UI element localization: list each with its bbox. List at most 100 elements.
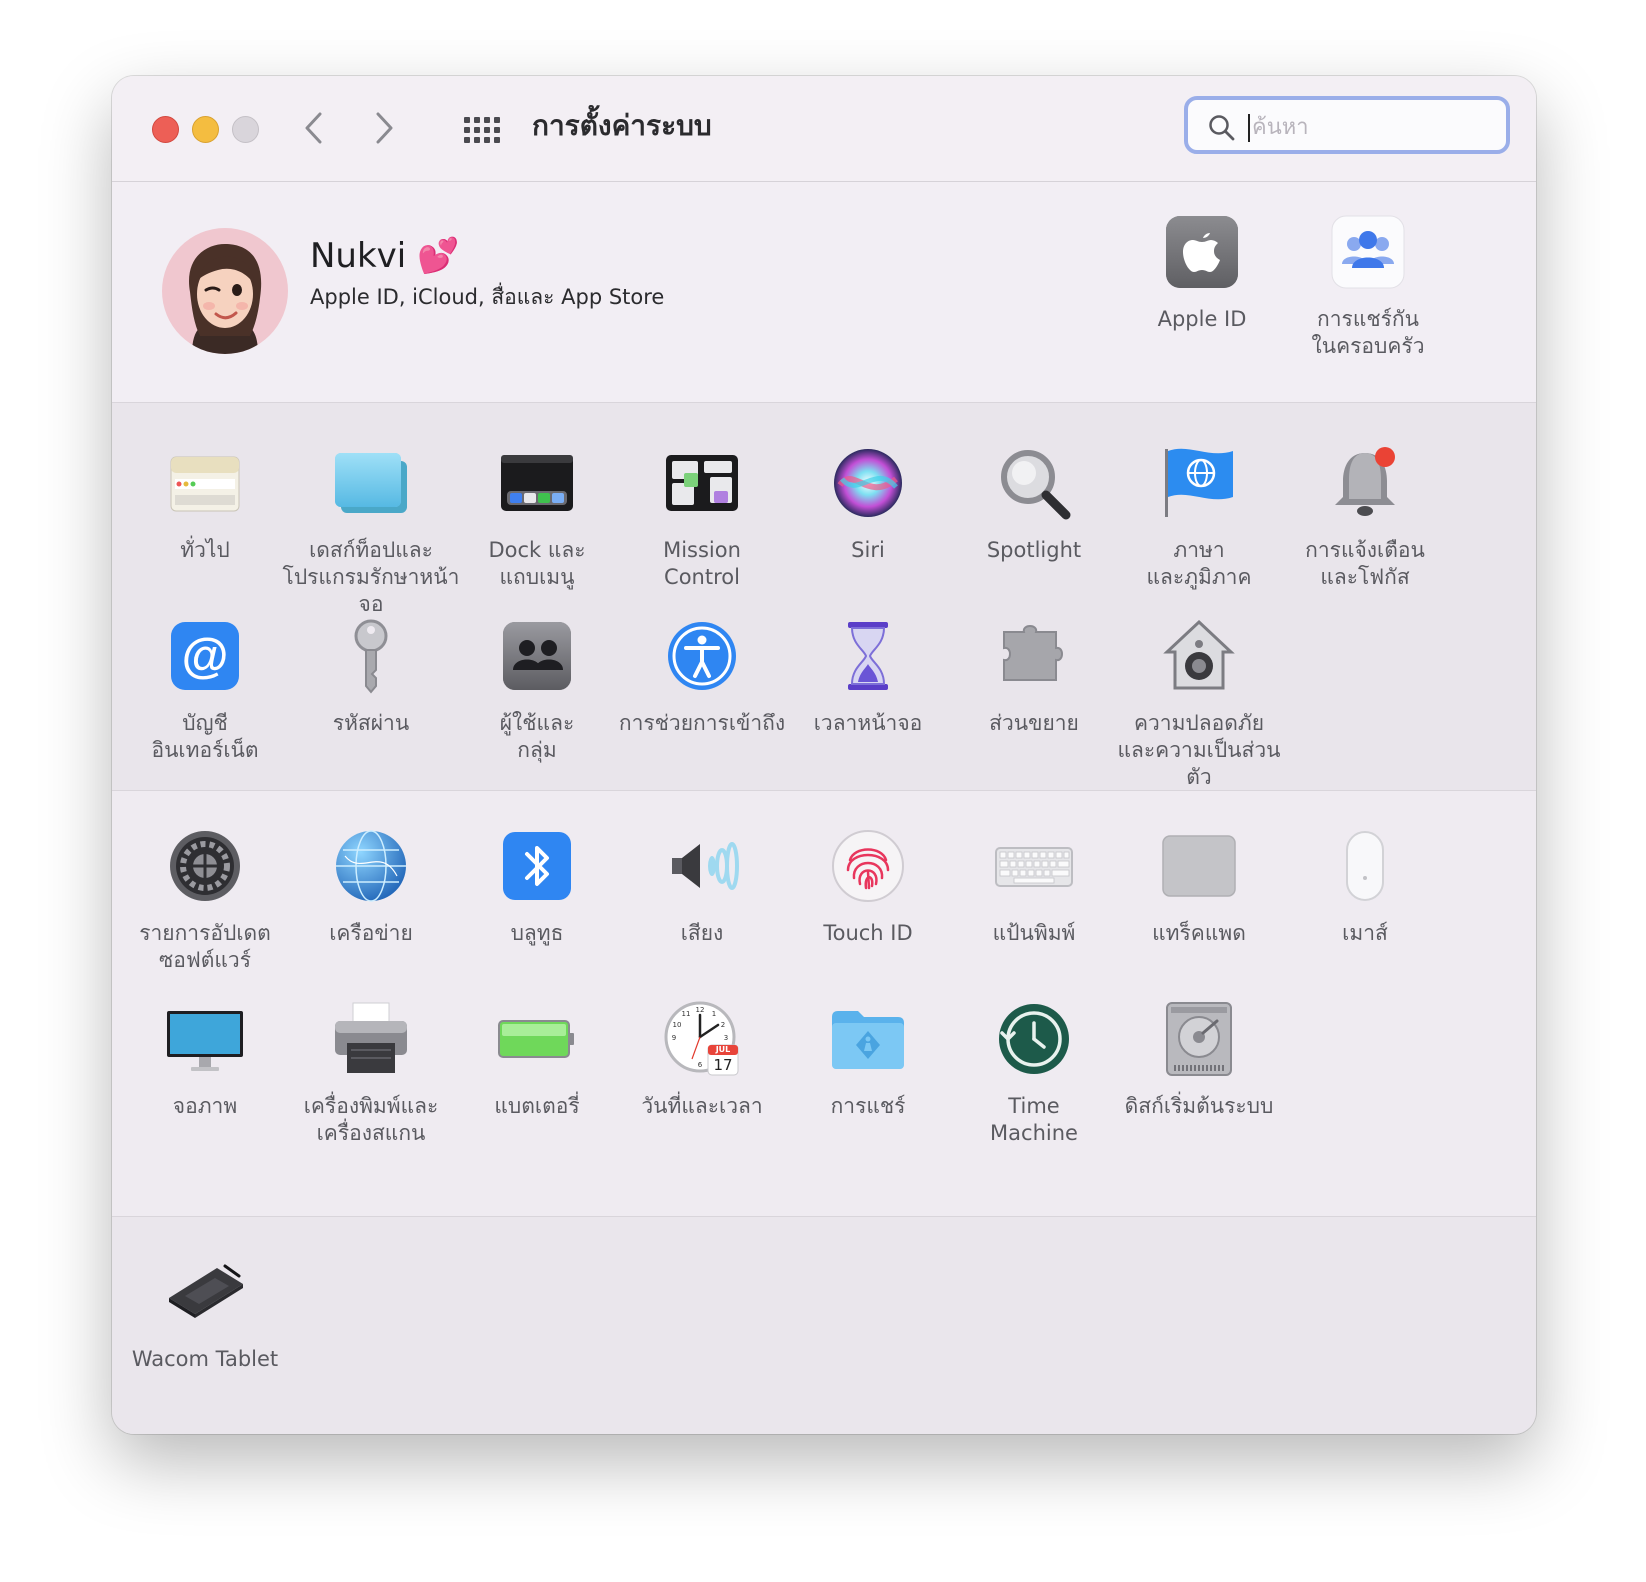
avatar[interactable]	[162, 228, 288, 354]
screen-time-icon	[828, 616, 908, 696]
network-icon	[331, 826, 411, 906]
pane-label: ความปลอดภัย และความเป็นส่วนตัว	[1117, 711, 1281, 789]
pane-battery[interactable]: แบตเตอรี่	[447, 999, 627, 1120]
pane-bluetooth[interactable]: บลูทูธ	[447, 826, 627, 947]
show-all-grid-button[interactable]	[462, 110, 502, 150]
account-subtitle: Apple ID, iCloud, สื่อและ App Store	[310, 285, 665, 309]
pane-label: เวลาหน้าจอ	[813, 711, 923, 735]
pane-label: แป้นพิมพ์	[992, 921, 1076, 945]
pane-screen-time[interactable]: เวลาหน้าจอ	[778, 616, 958, 737]
svg-text:3: 3	[724, 1034, 728, 1042]
forward-button[interactable]	[362, 106, 406, 150]
pane-label: ดิสก์เริ่มต้นระบบ	[1124, 1094, 1274, 1118]
account-name: Nukvi 💕	[310, 236, 460, 276]
pane-sharing[interactable]: การแชร์	[778, 999, 958, 1120]
sharing-icon	[828, 999, 908, 1079]
pane-label: จอภาพ	[172, 1094, 238, 1118]
svg-text:1: 1	[712, 1010, 716, 1018]
pane-general[interactable]: ทั่วไป	[115, 443, 295, 564]
pane-label: การแจ้งเตือน และโฟกัส	[1305, 538, 1425, 589]
pane-label: Dock และ แถบเมนู	[488, 538, 586, 589]
memoji-avatar-icon	[188, 244, 262, 354]
pane-internet-accounts[interactable]: @ บัญชี อินเทอร์เน็ต	[115, 616, 295, 764]
time-machine-icon	[994, 999, 1074, 1079]
back-button[interactable]	[292, 106, 336, 150]
pane-network[interactable]: เครือข่าย	[281, 826, 461, 947]
pane-label: Wacom Tablet	[131, 1347, 279, 1371]
pane-label: บลูทูธ	[510, 921, 564, 945]
pane-desktop-screensaver[interactable]: เดสก์ท็อปและ โปรแกรมรักษาหน้าจอ	[281, 443, 461, 618]
language-region-icon	[1159, 443, 1239, 523]
apple-id-icon	[1162, 212, 1242, 292]
pane-mission-control[interactable]: Mission Control	[612, 443, 792, 591]
pane-security-privacy[interactable]: ความปลอดภัย และความเป็นส่วนตัว	[1109, 616, 1289, 791]
pane-time-machine[interactable]: Time Machine	[944, 999, 1124, 1147]
search-field[interactable]: ค้นหา	[1184, 96, 1510, 154]
other-panes-section: Wacom Tablet	[112, 1217, 1536, 1434]
svg-text:11: 11	[682, 1010, 691, 1018]
zoom-window-button[interactable]	[232, 116, 259, 143]
mission-control-icon	[662, 443, 742, 523]
family-sharing-icon	[1328, 212, 1408, 292]
pane-software-update[interactable]: รายการอัปเดต ซอฟต์แวร์	[115, 826, 295, 974]
pane-label: เมาส์	[1342, 921, 1388, 945]
pane-trackpad[interactable]: แทร็คแพด	[1109, 826, 1289, 947]
dock-menubar-icon	[497, 443, 577, 523]
pane-label: แทร็คแพด	[1152, 921, 1246, 945]
pane-language-region[interactable]: ภาษา และภูมิภาค	[1109, 443, 1289, 591]
svg-text:6: 6	[698, 1061, 703, 1069]
pane-apple-id[interactable]: Apple ID	[1112, 212, 1292, 333]
pane-label: เสียง	[680, 921, 724, 945]
pane-label: Apple ID	[1157, 307, 1247, 331]
pane-label: วันที่และเวลา	[641, 1094, 763, 1118]
battery-icon	[497, 999, 577, 1079]
software-update-icon	[165, 826, 245, 906]
account-section: Nukvi 💕 Apple ID, iCloud, สื่อและ App St…	[112, 182, 1536, 403]
toolbar: การตั้งค่าระบบ ค้นหา	[112, 76, 1536, 182]
pane-spotlight[interactable]: Spotlight	[944, 443, 1124, 564]
wacom-tablet-icon	[165, 1252, 245, 1332]
pane-keyboard[interactable]: แป้นพิมพ์	[944, 826, 1124, 947]
pane-startup-disk[interactable]: ดิสก์เริ่มต้นระบบ	[1109, 999, 1289, 1120]
pane-label: ภาษา และภูมิภาค	[1146, 538, 1252, 589]
pane-dock-menubar[interactable]: Dock และ แถบเมนู	[447, 443, 627, 591]
pane-passwords[interactable]: รหัสผ่าน	[281, 616, 461, 737]
pane-siri[interactable]: Siri	[778, 443, 958, 564]
sound-icon	[662, 826, 742, 906]
pane-printers-scanners[interactable]: เครื่องพิมพ์และ เครื่องสแกน	[281, 999, 461, 1147]
pane-label: Mission Control	[663, 538, 741, 589]
siri-icon	[828, 443, 908, 523]
desktop-screensaver-icon	[331, 443, 411, 523]
calendar-badge-day: 17	[713, 1056, 733, 1074]
pane-family-sharing[interactable]: การแชร์กัน ในครอบครัว	[1278, 212, 1458, 360]
accessibility-icon	[662, 616, 742, 696]
passwords-key-icon	[331, 616, 411, 696]
hardware-panes-section: รายการอัปเดต ซอฟต์แวร์ เครือข่าย บลูทูธ …	[112, 791, 1536, 1217]
pane-extensions[interactable]: ส่วนขยาย	[944, 616, 1124, 737]
window-title: การตั้งค่าระบบ	[532, 109, 712, 142]
svg-text:2: 2	[721, 1021, 725, 1029]
pane-wacom-tablet[interactable]: Wacom Tablet	[115, 1252, 295, 1373]
close-window-button[interactable]	[152, 116, 179, 143]
minimize-window-button[interactable]	[192, 116, 219, 143]
pane-notifications-focus[interactable]: การแจ้งเตือน และโฟกัส	[1275, 443, 1455, 591]
pane-users-groups[interactable]: ผู้ใช้และ กลุ่ม	[447, 616, 627, 764]
pane-touch-id[interactable]: Touch ID	[778, 826, 958, 947]
pane-label: ทั่วไป	[180, 538, 230, 562]
pane-label: Spotlight	[986, 538, 1082, 562]
pane-accessibility[interactable]: การช่วยการเข้าถึง	[612, 616, 792, 737]
text-caret	[1248, 114, 1250, 142]
pane-label: การแชร์กัน ในครอบครัว	[1311, 307, 1425, 358]
system-preferences-window: การตั้งค่าระบบ ค้นหา Nukvi 💕 Apple ID, i…	[112, 76, 1536, 1434]
svg-text:9: 9	[672, 1034, 676, 1042]
pane-label: ส่วนขยาย	[989, 711, 1079, 735]
pane-date-time[interactable]: 12 3 6 9 1 11 10 2 JUL 17 วันที่และเวลา	[612, 999, 792, 1120]
pane-sound[interactable]: เสียง	[612, 826, 792, 947]
pane-label: แบตเตอรี่	[494, 1094, 580, 1118]
calendar-badge-month: JUL	[715, 1045, 731, 1054]
pane-mouse[interactable]: เมาส์	[1275, 826, 1455, 947]
pane-displays[interactable]: จอภาพ	[115, 999, 295, 1120]
svg-text:@: @	[182, 630, 229, 683]
svg-text:12: 12	[696, 1006, 705, 1014]
pane-label: การช่วยการเข้าถึง	[618, 711, 786, 735]
